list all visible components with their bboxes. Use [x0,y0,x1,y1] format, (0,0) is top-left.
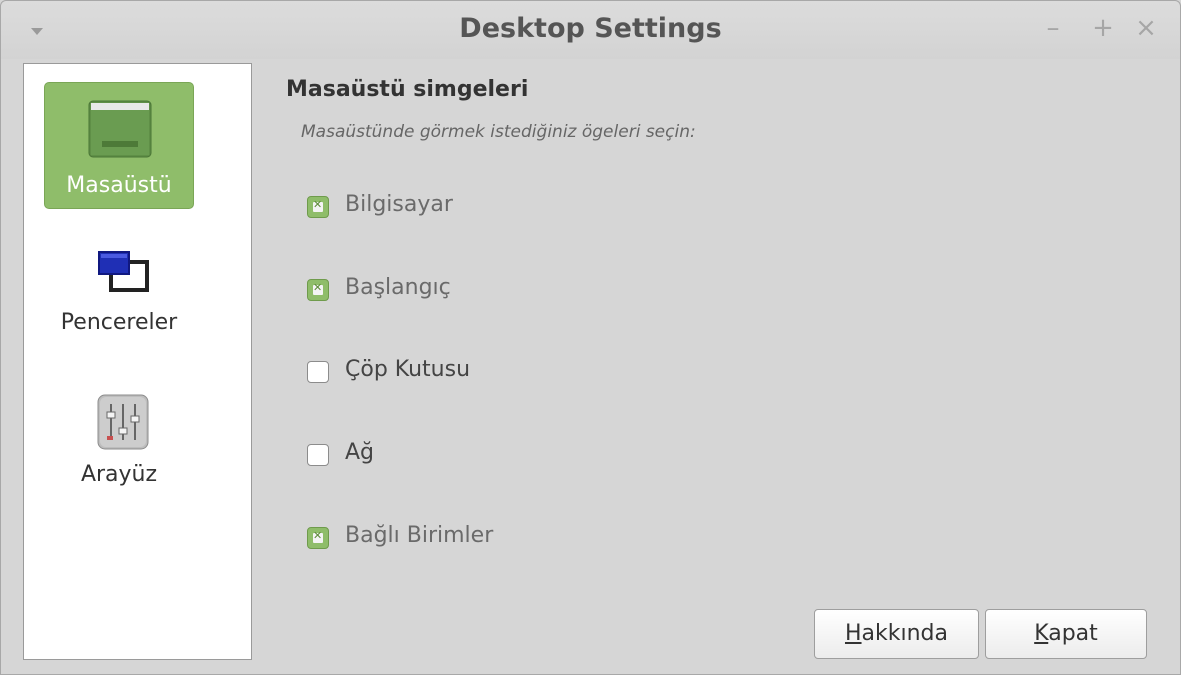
desktop-icon [88,100,152,158]
close-mnemonic: K [1034,621,1049,646]
checkbox-label: Bilgisayar [345,192,453,217]
section-subheading: Masaüstünde görmek istediğiniz ögeleri s… [301,122,696,142]
title-bar[interactable]: Desktop Settings – + × [1,1,1180,59]
about-button[interactable]: Hakkında [814,609,979,659]
sidebar-item-label: Pencereler [60,310,178,335]
sidebar: Masaüstü Pencereler Arayüz [23,63,252,660]
minimize-button[interactable]: – [1041,13,1065,43]
windows-icon [98,251,149,292]
about-label: akkında [861,621,948,646]
sidebar-item-pencereler[interactable]: Pencereler [44,240,194,367]
window-title: Desktop Settings [459,13,722,44]
section-heading: Masaüstü simgeleri [286,77,529,102]
checkbox-checked-icon[interactable] [307,279,329,301]
sliders-icon [97,394,149,450]
checkbox-label: Ağ [345,440,375,465]
about-mnemonic: H [844,621,862,646]
checkbox-label: Çöp Kutusu [345,357,471,382]
checkbox-label: Başlangıç [345,275,451,300]
checkbox-checked-icon[interactable] [307,196,329,218]
checkbox-label: Bağlı Birimler [345,523,494,548]
desktop-settings-window: Desktop Settings – + × Masaüstü Pencerel… [0,0,1181,675]
checkbox-unchecked-icon[interactable] [307,361,329,383]
sidebar-item-arayuz[interactable]: Arayüz [44,392,194,519]
close-button[interactable]: Kapat [985,609,1147,659]
checkbox-unchecked-icon[interactable] [307,444,329,466]
maximize-button[interactable]: + [1091,13,1115,43]
checkbox-checked-icon[interactable] [307,527,329,549]
sidebar-item-masaustu[interactable]: Masaüstü [44,82,194,209]
close-label: apat [1048,621,1098,646]
sidebar-item-label: Masaüstü [66,173,172,198]
sidebar-item-label: Arayüz [80,462,158,487]
close-window-button[interactable]: × [1134,13,1158,43]
